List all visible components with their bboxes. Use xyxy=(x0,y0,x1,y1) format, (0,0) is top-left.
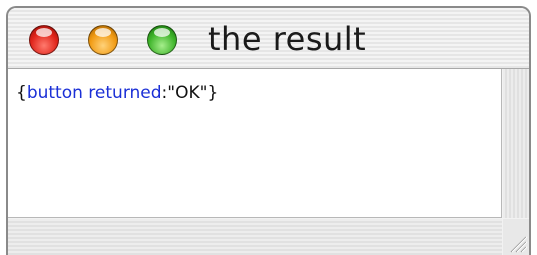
title-bar[interactable]: the result xyxy=(8,8,529,69)
close-button[interactable] xyxy=(29,25,59,55)
zoom-button[interactable] xyxy=(147,25,177,55)
result-window: the result {button returned:"OK"} xyxy=(6,6,531,255)
close-button-icon xyxy=(36,28,52,37)
zoom-button-icon xyxy=(154,28,170,37)
result-keyword: button returned xyxy=(26,83,162,103)
vertical-scrollbar[interactable] xyxy=(503,69,529,218)
close-brace: } xyxy=(207,83,219,103)
result-value: "OK" xyxy=(167,83,208,103)
horizontal-scrollbar[interactable] xyxy=(8,219,502,255)
resize-grip[interactable] xyxy=(503,219,529,255)
minimize-button-icon xyxy=(95,28,111,37)
result-text-area[interactable]: {button returned:"OK"} xyxy=(8,69,502,218)
window-title: the result xyxy=(208,20,367,58)
minimize-button[interactable] xyxy=(88,25,118,55)
open-brace: { xyxy=(16,83,27,103)
resize-grip-icon xyxy=(510,236,528,253)
